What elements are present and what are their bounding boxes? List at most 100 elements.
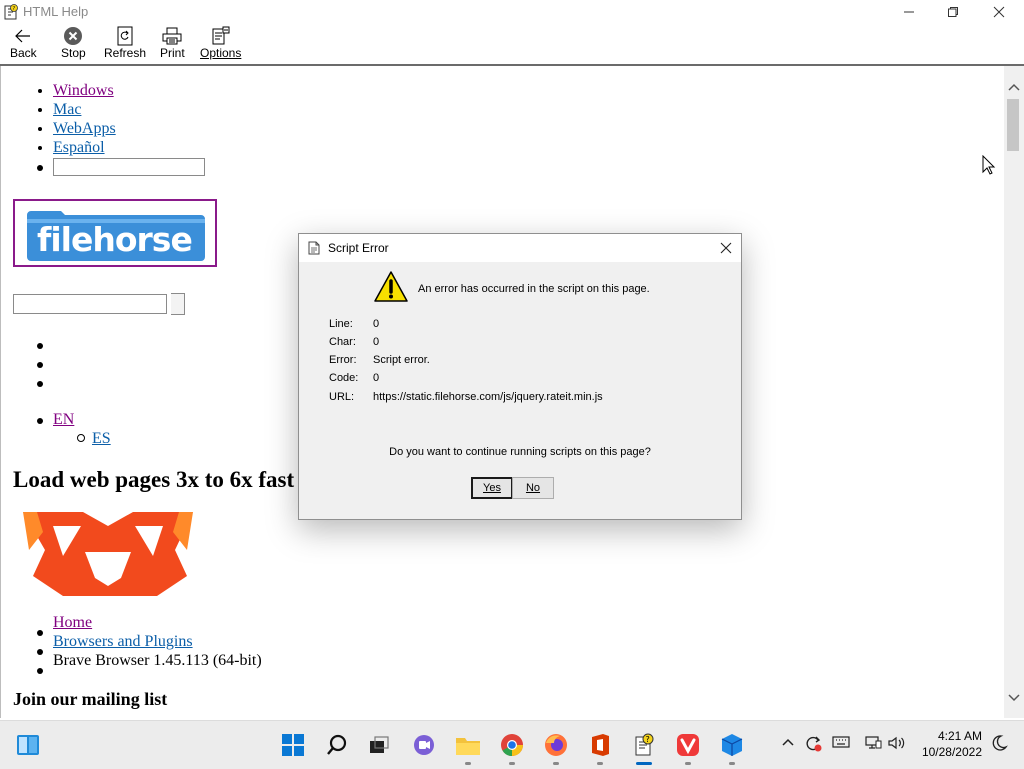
- package-icon: [721, 734, 743, 756]
- clock[interactable]: 4:21 AM 10/28/2022: [918, 728, 982, 760]
- site-search-button[interactable]: [171, 293, 185, 315]
- window-title: HTML Help: [23, 4, 89, 19]
- vivaldi-button[interactable]: [675, 732, 701, 758]
- list-bullet: [37, 649, 43, 655]
- close-button[interactable]: [976, 0, 1022, 24]
- nav-search-input[interactable]: [53, 158, 205, 176]
- list-bullet: [77, 434, 85, 442]
- running-indicator: [729, 762, 735, 765]
- restore-button[interactable]: [930, 0, 976, 24]
- minimize-button[interactable]: [886, 0, 932, 24]
- script-error-dialog: Script Error An error has occurred in th…: [298, 233, 742, 520]
- dialog-close-button[interactable]: [717, 239, 735, 257]
- mouse-cursor-icon: [982, 155, 996, 175]
- options-button[interactable]: Options: [200, 26, 241, 62]
- stop-label: Stop: [61, 46, 86, 60]
- refresh-icon: [117, 26, 133, 46]
- chevron-up-icon[interactable]: [781, 735, 795, 749]
- scroll-down-icon[interactable]: [1007, 690, 1021, 704]
- list-bullet: [37, 343, 43, 349]
- svg-text:?: ?: [646, 735, 650, 744]
- chrome-button[interactable]: [499, 732, 525, 758]
- html-help-icon: ?: [4, 4, 18, 20]
- document-icon: [308, 241, 320, 255]
- lang-link-en[interactable]: EN: [53, 411, 74, 429]
- filehorse-logo-link[interactable]: filehorse: [13, 199, 217, 267]
- office-icon: [592, 734, 609, 756]
- field-label-url: URL:: [329, 391, 355, 403]
- start-button[interactable]: [280, 732, 306, 758]
- yes-button[interactable]: Yes: [471, 477, 513, 499]
- error-message: An error has occurred in the script on t…: [418, 283, 650, 295]
- task-view-button[interactable]: [366, 732, 392, 758]
- running-indicator: [509, 762, 515, 765]
- back-button[interactable]: Back: [10, 26, 37, 62]
- list-bullet: [37, 668, 43, 674]
- svg-text:?: ?: [13, 6, 16, 12]
- nav-link-mac[interactable]: Mac: [53, 101, 81, 118]
- list-bullet: [37, 418, 43, 424]
- nav-link-webapps[interactable]: WebApps: [53, 120, 116, 137]
- window-titlebar: ? HTML Help: [0, 0, 1024, 24]
- field-value-error: Script error.: [373, 354, 430, 366]
- site-search-input[interactable]: [13, 294, 167, 314]
- clock-time: 4:21 AM: [937, 729, 982, 743]
- search-icon: [327, 734, 347, 755]
- content-scrollbar[interactable]: [1004, 66, 1024, 718]
- running-indicator: [685, 762, 691, 765]
- stop-icon: [64, 27, 83, 45]
- restore-icon: [948, 7, 958, 17]
- nav-item-windows: Windows: [53, 81, 116, 100]
- printer-icon: [162, 27, 182, 45]
- widgets-icon: [17, 735, 39, 755]
- firefox-icon: [545, 734, 567, 756]
- no-button[interactable]: No: [512, 477, 554, 499]
- taskbar: ? 4:21 AM 10/28/2022: [0, 720, 1024, 769]
- scroll-up-icon[interactable]: [1007, 81, 1021, 95]
- widgets-button[interactable]: [15, 732, 41, 758]
- firefox-button[interactable]: [543, 732, 569, 758]
- field-label-char: Char:: [329, 336, 356, 348]
- field-value-line: 0: [373, 318, 380, 330]
- focus-assist-icon[interactable]: [990, 734, 1008, 752]
- chrome-icon: [501, 734, 523, 756]
- scrollbar-thumb[interactable]: [1007, 99, 1019, 151]
- list-bullet: [37, 630, 43, 636]
- running-indicator: [465, 762, 471, 765]
- warning-icon: [374, 271, 408, 302]
- html-help-icon: ?: [635, 733, 654, 756]
- keyboard-icon[interactable]: [832, 735, 850, 749]
- nav-item-webapps: WebApps: [53, 119, 116, 138]
- chat-button[interactable]: [411, 732, 437, 758]
- html-help-taskbar-button[interactable]: ?: [631, 732, 657, 758]
- dialog-title: Script Error: [328, 241, 389, 255]
- back-arrow-icon: [15, 29, 31, 43]
- nav-item-mac: Mac: [53, 100, 116, 119]
- search-button[interactable]: [324, 732, 350, 758]
- nav-link-espanol[interactable]: Español: [53, 139, 105, 156]
- office-button[interactable]: [587, 732, 613, 758]
- field-value-char: 0: [373, 336, 380, 348]
- list-bullet: [37, 165, 43, 171]
- field-value-url: https://static.filehorse.com/js/jquery.r…: [373, 391, 603, 403]
- nav-link-windows[interactable]: Windows: [53, 82, 114, 99]
- package-app-button[interactable]: [719, 732, 745, 758]
- print-label: Print: [160, 46, 185, 60]
- breadcrumb-browsers[interactable]: Browsers and Plugins: [53, 633, 193, 651]
- refresh-label: Refresh: [104, 46, 147, 60]
- clock-date: 10/28/2022: [921, 745, 982, 759]
- active-app-indicator: [636, 762, 652, 765]
- volume-icon[interactable]: [887, 735, 907, 751]
- svg-text:filehorse: filehorse: [37, 220, 192, 259]
- mailing-list-heading: Join our mailing list: [13, 689, 168, 709]
- filehorse-logo: filehorse: [27, 211, 205, 261]
- print-button[interactable]: Print: [160, 26, 185, 62]
- sync-icon[interactable]: [804, 734, 822, 752]
- breadcrumb-home[interactable]: Home: [53, 614, 92, 632]
- network-icon[interactable]: [864, 735, 882, 751]
- list-bullet: [37, 381, 43, 387]
- refresh-button[interactable]: Refresh: [104, 26, 146, 62]
- lang-link-es[interactable]: ES: [92, 430, 111, 448]
- stop-button[interactable]: Stop: [61, 26, 86, 62]
- file-explorer-button[interactable]: [455, 732, 481, 758]
